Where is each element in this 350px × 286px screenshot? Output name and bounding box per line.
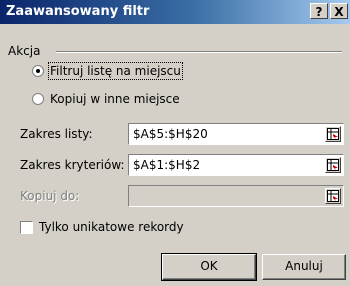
window-title: Zaawansowany filtr [6,4,150,19]
unique-records-checkbox[interactable] [20,220,33,234]
radio-copy-elsewhere[interactable]: Kopiuj w inne miejsce [32,90,180,108]
cancel-button[interactable]: Anuluj [262,254,346,280]
help-button[interactable]: ? [310,3,328,19]
radio-button-unchecked[interactable] [32,93,44,105]
group-divider [56,51,342,53]
unique-records-label: Tylko unikatowe rekordy [39,220,184,234]
radio-label-copy-elsewhere: Kopiuj w inne miejsce [50,92,180,106]
advanced-filter-dialog: Zaawansowany filtr ? X Akcja Filtruj lis… [0,0,350,286]
list-range-input[interactable]: $A$5:$H$20 [128,123,344,145]
copy-to-input [128,185,344,207]
criteria-range-label: Zakres kryteriów: [20,158,125,172]
list-range-value: $A$5:$H$20 [133,127,208,141]
radio-filter-in-place[interactable]: Filtruj listę na miejscu [32,62,183,80]
range-selector-icon [325,188,341,204]
range-selector-icon[interactable] [325,126,341,142]
close-button[interactable]: X [330,3,348,19]
criteria-range-input[interactable]: $A$1:$H$2 [128,154,344,176]
criteria-range-value: $A$1:$H$2 [133,158,201,172]
unique-records-option[interactable]: Tylko unikatowe rekordy [20,220,184,234]
title-bar[interactable]: Zaawansowany filtr ? X [0,0,350,24]
action-group-label: Akcja [8,44,41,58]
radio-button-checked[interactable] [32,65,44,77]
ok-button[interactable]: OK [161,253,257,281]
copy-to-label: Kopiuj do: [20,189,80,203]
list-range-label: Zakres listy: [20,127,93,141]
radio-label-filter-in-place: Filtruj listę na miejscu [48,62,183,80]
range-selector-icon[interactable] [325,157,341,173]
